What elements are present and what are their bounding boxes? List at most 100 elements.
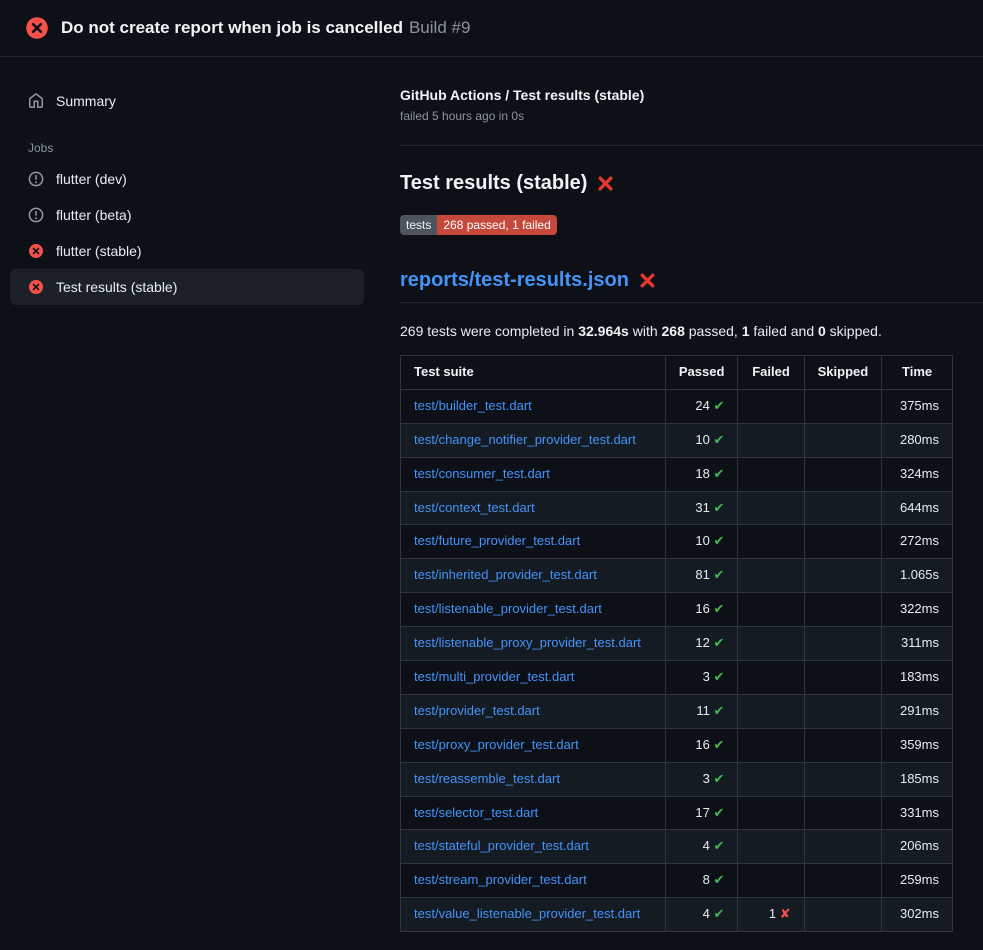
test-suite-link[interactable]: test/context_test.dart (414, 500, 535, 515)
failed-cell (738, 525, 804, 559)
summary-skipped-count: 0 (818, 323, 826, 339)
passed-count: 16 (695, 601, 709, 616)
passed-count: 31 (695, 500, 709, 515)
time-cell: 185ms (882, 762, 953, 796)
passed-count: 10 (695, 533, 709, 548)
passed-count: 10 (695, 432, 709, 447)
passed-count: 8 (703, 872, 710, 887)
run-failed-icon (25, 16, 49, 40)
test-suite-link[interactable]: test/listenable_proxy_provider_test.dart (414, 635, 641, 650)
passed-cell: 10 ✔ (665, 525, 738, 559)
time-cell: 272ms (882, 525, 953, 559)
failed-status-icon (28, 243, 44, 259)
test-suite-link[interactable]: test/proxy_provider_test.dart (414, 737, 579, 752)
passed-count: 17 (695, 805, 709, 820)
test-suite-link[interactable]: test/change_notifier_provider_test.dart (414, 432, 636, 447)
sidebar-item-test-results-stable[interactable]: Test results (stable) (10, 269, 364, 305)
column-header-skipped: Skipped (804, 356, 882, 390)
check-icon: ✔ (714, 906, 725, 921)
failed-cell (738, 762, 804, 796)
test-suite-link[interactable]: test/selector_test.dart (414, 805, 538, 820)
passed-cell: 11 ✔ (665, 694, 738, 728)
sidebar-item-summary[interactable]: Summary (10, 83, 364, 119)
skipped-cell (804, 389, 882, 423)
test-suite-link[interactable]: test/listenable_provider_test.dart (414, 601, 602, 616)
skipped-cell (804, 762, 882, 796)
summary-text: skipped. (826, 323, 882, 339)
passed-count: 18 (695, 466, 709, 481)
time-cell: 322ms (882, 593, 953, 627)
sidebar-job-label: flutter (dev) (56, 171, 127, 187)
failed-cell (738, 796, 804, 830)
sidebar-item-flutter-stable[interactable]: flutter (stable) (10, 233, 364, 269)
test-suite-link[interactable]: test/reassemble_test.dart (414, 771, 560, 786)
failed-status-icon (28, 279, 44, 295)
failed-cell (738, 864, 804, 898)
sidebar-item-flutter-beta[interactable]: flutter (beta) (10, 197, 364, 233)
table-header-row: Test suite Passed Failed Skipped Time (401, 356, 953, 390)
failed-cell (738, 491, 804, 525)
results-table-body: test/builder_test.dart24 ✔375mstest/chan… (401, 389, 953, 931)
skipped-cell (804, 627, 882, 661)
check-icon: ✔ (714, 872, 725, 887)
failed-cell (738, 593, 804, 627)
check-icon: ✔ (714, 533, 725, 548)
failed-cell (738, 559, 804, 593)
failed-cell (738, 694, 804, 728)
skipped-cell (804, 593, 882, 627)
summary-text: 269 tests were completed in (400, 323, 578, 339)
column-header-passed: Passed (665, 356, 738, 390)
main-content: GitHub Actions / Test results (stable) f… (374, 57, 983, 932)
run-meta: failed 5 hours ago in 0s (400, 109, 983, 123)
test-suite-link[interactable]: test/stateful_provider_test.dart (414, 838, 589, 853)
sidebar-summary-label: Summary (56, 93, 116, 109)
test-suite-link[interactable]: test/future_provider_test.dart (414, 533, 580, 548)
summary-failed-count: 1 (742, 323, 750, 339)
time-cell: 302ms (882, 898, 953, 932)
passed-cell: 31 ✔ (665, 491, 738, 525)
test-suite-link[interactable]: test/inherited_provider_test.dart (414, 567, 597, 582)
passed-cell: 4 ✔ (665, 898, 738, 932)
passed-count: 3 (703, 771, 710, 786)
check-icon: ✔ (714, 669, 725, 684)
passed-cell: 3 ✔ (665, 762, 738, 796)
skipped-cell (804, 457, 882, 491)
sidebar-item-flutter-dev[interactable]: flutter (dev) (10, 161, 364, 197)
passed-cell: 3 ✔ (665, 661, 738, 695)
time-cell: 183ms (882, 661, 953, 695)
test-suite-link[interactable]: test/value_listenable_provider_test.dart (414, 906, 640, 921)
check-icon: ✔ (714, 703, 725, 718)
time-cell: 259ms (882, 864, 953, 898)
time-cell: 311ms (882, 627, 953, 661)
test-suite-link[interactable]: test/builder_test.dart (414, 398, 532, 413)
table-row: test/consumer_test.dart18 ✔324ms (401, 457, 953, 491)
sidebar-job-label: flutter (beta) (56, 207, 131, 223)
table-row: test/inherited_provider_test.dart81 ✔1.0… (401, 559, 953, 593)
table-row: test/stateful_provider_test.dart4 ✔206ms (401, 830, 953, 864)
test-suite-link[interactable]: test/provider_test.dart (414, 703, 540, 718)
report-file-link[interactable]: reports/test-results.json (400, 269, 629, 292)
test-suite-link[interactable]: test/multi_provider_test.dart (414, 669, 574, 684)
table-row: test/proxy_provider_test.dart16 ✔359ms (401, 728, 953, 762)
passed-count: 81 (695, 567, 709, 582)
test-suite-link[interactable]: test/stream_provider_test.dart (414, 872, 587, 887)
table-row: test/change_notifier_provider_test.dart 1… (401, 423, 953, 457)
passed-count: 12 (695, 635, 709, 650)
sidebar: Summary Jobs flutter (dev) flut (0, 57, 374, 305)
skipped-cell (804, 525, 882, 559)
passed-cell: 17 ✔ (665, 796, 738, 830)
sidebar-job-label: Test results (stable) (56, 279, 177, 295)
check-icon: ✔ (714, 635, 725, 650)
skipped-cell (804, 830, 882, 864)
time-cell: 375ms (882, 389, 953, 423)
failed-cell (738, 627, 804, 661)
time-cell: 1.065s (882, 559, 953, 593)
failed-cell (738, 423, 804, 457)
skipped-cell (804, 559, 882, 593)
skipped-cell (804, 864, 882, 898)
time-cell: 280ms (882, 423, 953, 457)
passed-cell: 4 ✔ (665, 830, 738, 864)
check-icon: ✔ (714, 466, 725, 481)
test-suite-link[interactable]: test/consumer_test.dart (414, 466, 550, 481)
skipped-cell (804, 491, 882, 525)
